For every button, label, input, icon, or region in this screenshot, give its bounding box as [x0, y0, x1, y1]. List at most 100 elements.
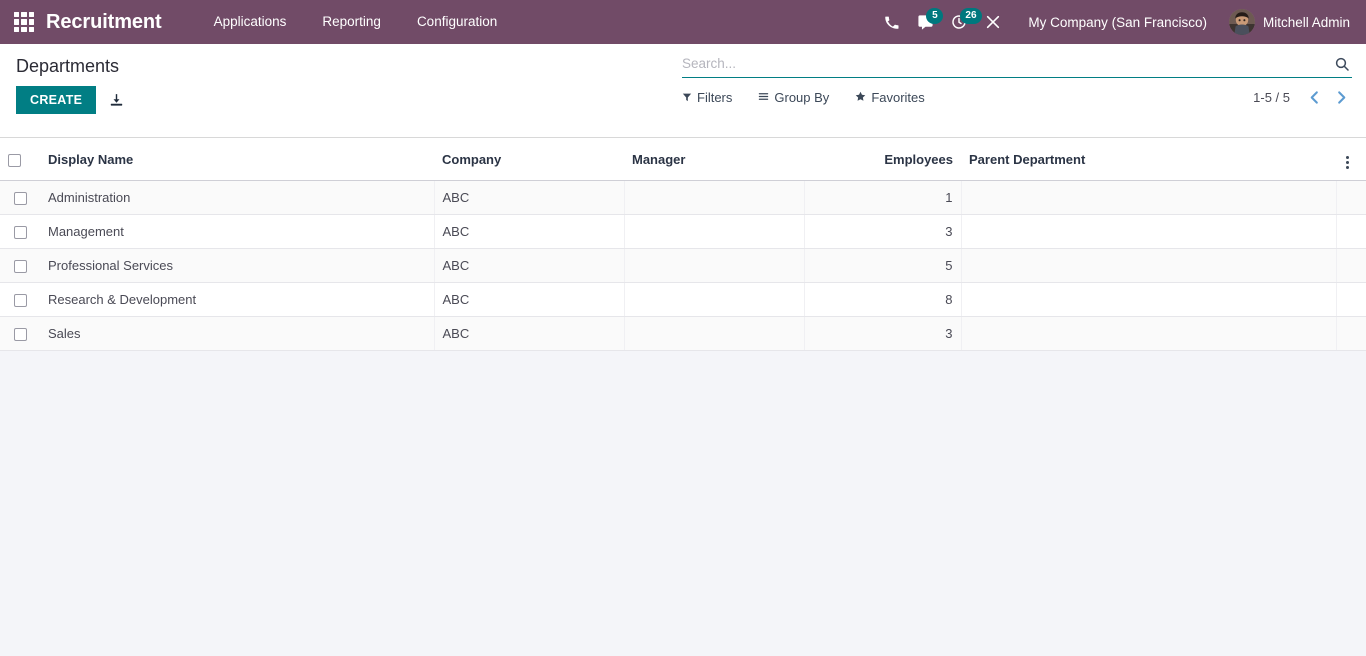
cell-parent-department [961, 316, 1337, 352]
cell-spacer [1336, 214, 1366, 250]
cell-parent-department [961, 248, 1337, 284]
table-body: Administration ABC 1 Management ABC 3 Pr… [0, 180, 1366, 352]
row-checkbox[interactable] [13, 226, 27, 240]
column-header-parent-department[interactable]: Parent Department [961, 138, 1336, 181]
cell-spacer [1336, 180, 1366, 216]
cell-company: ABC [434, 214, 625, 250]
departments-table: Display Name Company Manager Employees P… [0, 138, 1366, 352]
row-checkbox-cell [0, 316, 40, 352]
group-by-dropdown[interactable]: Group By [758, 90, 829, 105]
column-header-employees[interactable]: Employees [804, 138, 961, 181]
table-row[interactable]: Administration ABC 1 [0, 180, 1366, 216]
select-all-checkbox[interactable] [8, 153, 21, 167]
hamburger-icon [758, 90, 769, 105]
table-row[interactable]: Research & Development ABC 8 [0, 282, 1366, 318]
cell-manager [624, 214, 805, 250]
optional-columns-cell [1336, 138, 1366, 181]
cell-display-name: Management [40, 214, 435, 250]
row-checkbox[interactable] [13, 260, 27, 274]
favorites-dropdown[interactable]: Favorites [855, 90, 925, 105]
control-panel-left: Departments CREATE [16, 54, 129, 115]
top-navbar: Recruitment Applications Reporting Confi… [0, 0, 1366, 44]
activities-clock-icon[interactable]: 26 [942, 0, 982, 44]
cell-manager [624, 180, 805, 216]
create-button[interactable]: CREATE [16, 86, 97, 115]
favorites-label: Favorites [871, 90, 925, 105]
avatar [1228, 9, 1255, 35]
cell-display-name: Administration [40, 180, 435, 216]
pager: 1-5 / 5 [1253, 90, 1352, 105]
messages-icon[interactable]: 5 [908, 0, 944, 44]
cell-display-name: Research & Development [40, 282, 435, 318]
row-checkbox[interactable] [13, 192, 27, 206]
cell-employees: 5 [804, 248, 962, 284]
menu-item-reporting[interactable]: Reporting [304, 0, 399, 44]
chevron-left-icon[interactable] [1304, 90, 1325, 105]
cell-employees: 3 [804, 316, 962, 352]
column-header-display-name[interactable]: Display Name [40, 138, 434, 181]
cell-manager [624, 282, 805, 318]
table-header-row: Display Name Company Manager Employees P… [0, 138, 1366, 181]
filters-dropdown[interactable]: Filters [682, 90, 732, 105]
company-selector[interactable]: My Company (San Francisco) [1010, 15, 1221, 30]
search-panel: Filters Group By Favorites [682, 54, 1352, 105]
control-panel: Departments CREATE Search... Filters Gro… [0, 44, 1366, 138]
menu-item-applications[interactable]: Applications [196, 0, 305, 44]
cell-company: ABC [434, 180, 625, 216]
search-input[interactable] [682, 54, 1332, 73]
table-row[interactable]: Professional Services ABC 5 [0, 248, 1366, 284]
user-menu[interactable]: Mitchell Admin [1221, 9, 1356, 35]
cell-display-name: Sales [40, 316, 435, 352]
cell-company: ABC [434, 282, 625, 318]
list-view: Display Name Company Manager Employees P… [0, 138, 1366, 352]
row-checkbox-cell [0, 180, 40, 216]
vertical-dots-icon[interactable] [1344, 154, 1351, 171]
control-panel-buttons: CREATE [16, 86, 129, 115]
row-checkbox[interactable] [13, 328, 27, 342]
row-checkbox-cell [0, 248, 40, 284]
navbar-systray: 5 26 My Company (San Francisco) Mitchell… [874, 0, 1366, 44]
apps-grid-icon[interactable] [14, 12, 34, 32]
cell-company: ABC [434, 248, 625, 284]
table-header: Display Name Company Manager Employees P… [0, 138, 1366, 181]
column-header-manager[interactable]: Manager [624, 138, 804, 181]
cell-spacer [1336, 282, 1366, 318]
pager-range: 1-5 / 5 [1253, 90, 1290, 105]
cell-spacer [1336, 316, 1366, 352]
funnel-icon [682, 90, 692, 105]
row-checkbox-cell [0, 282, 40, 318]
cell-manager [624, 316, 805, 352]
user-name: Mitchell Admin [1262, 14, 1350, 30]
cell-parent-department [961, 214, 1337, 250]
page-title: Departments [16, 56, 120, 76]
row-checkbox-cell [0, 214, 40, 250]
phone-icon[interactable] [874, 0, 908, 44]
column-header-company[interactable]: Company [434, 138, 624, 181]
cell-parent-department [961, 282, 1337, 318]
row-checkbox[interactable] [13, 294, 27, 308]
cell-manager [624, 248, 805, 284]
cell-employees: 3 [804, 214, 962, 250]
search-icon[interactable] [1332, 56, 1352, 72]
search-row [682, 54, 1352, 78]
cell-company: ABC [434, 316, 625, 352]
cell-parent-department [961, 180, 1337, 216]
menu-item-configuration[interactable]: Configuration [399, 0, 515, 44]
filter-row: Filters Group By Favorites 1-5 / 5 [682, 90, 1352, 105]
page-background: Activate Windows Go to PC settings to ac… [0, 351, 1366, 656]
cell-spacer [1336, 248, 1366, 284]
cell-employees: 8 [804, 282, 962, 318]
table-row[interactable]: Sales ABC 3 [0, 316, 1366, 352]
chevron-right-icon[interactable] [1331, 90, 1352, 105]
developer-tools-icon[interactable] [976, 0, 1010, 44]
app-brand-recruitment[interactable]: Recruitment [46, 11, 162, 34]
star-icon [855, 90, 866, 105]
cell-employees: 1 [804, 180, 962, 216]
select-all-checkbox-cell [0, 138, 40, 181]
group-by-label: Group By [774, 90, 830, 105]
table-row[interactable]: Management ABC 3 [0, 214, 1366, 250]
main-menu: Applications Reporting Configuration [196, 0, 516, 44]
filters-label: Filters [697, 90, 733, 105]
cell-display-name: Professional Services [40, 248, 435, 284]
import-download-icon[interactable] [104, 90, 129, 111]
